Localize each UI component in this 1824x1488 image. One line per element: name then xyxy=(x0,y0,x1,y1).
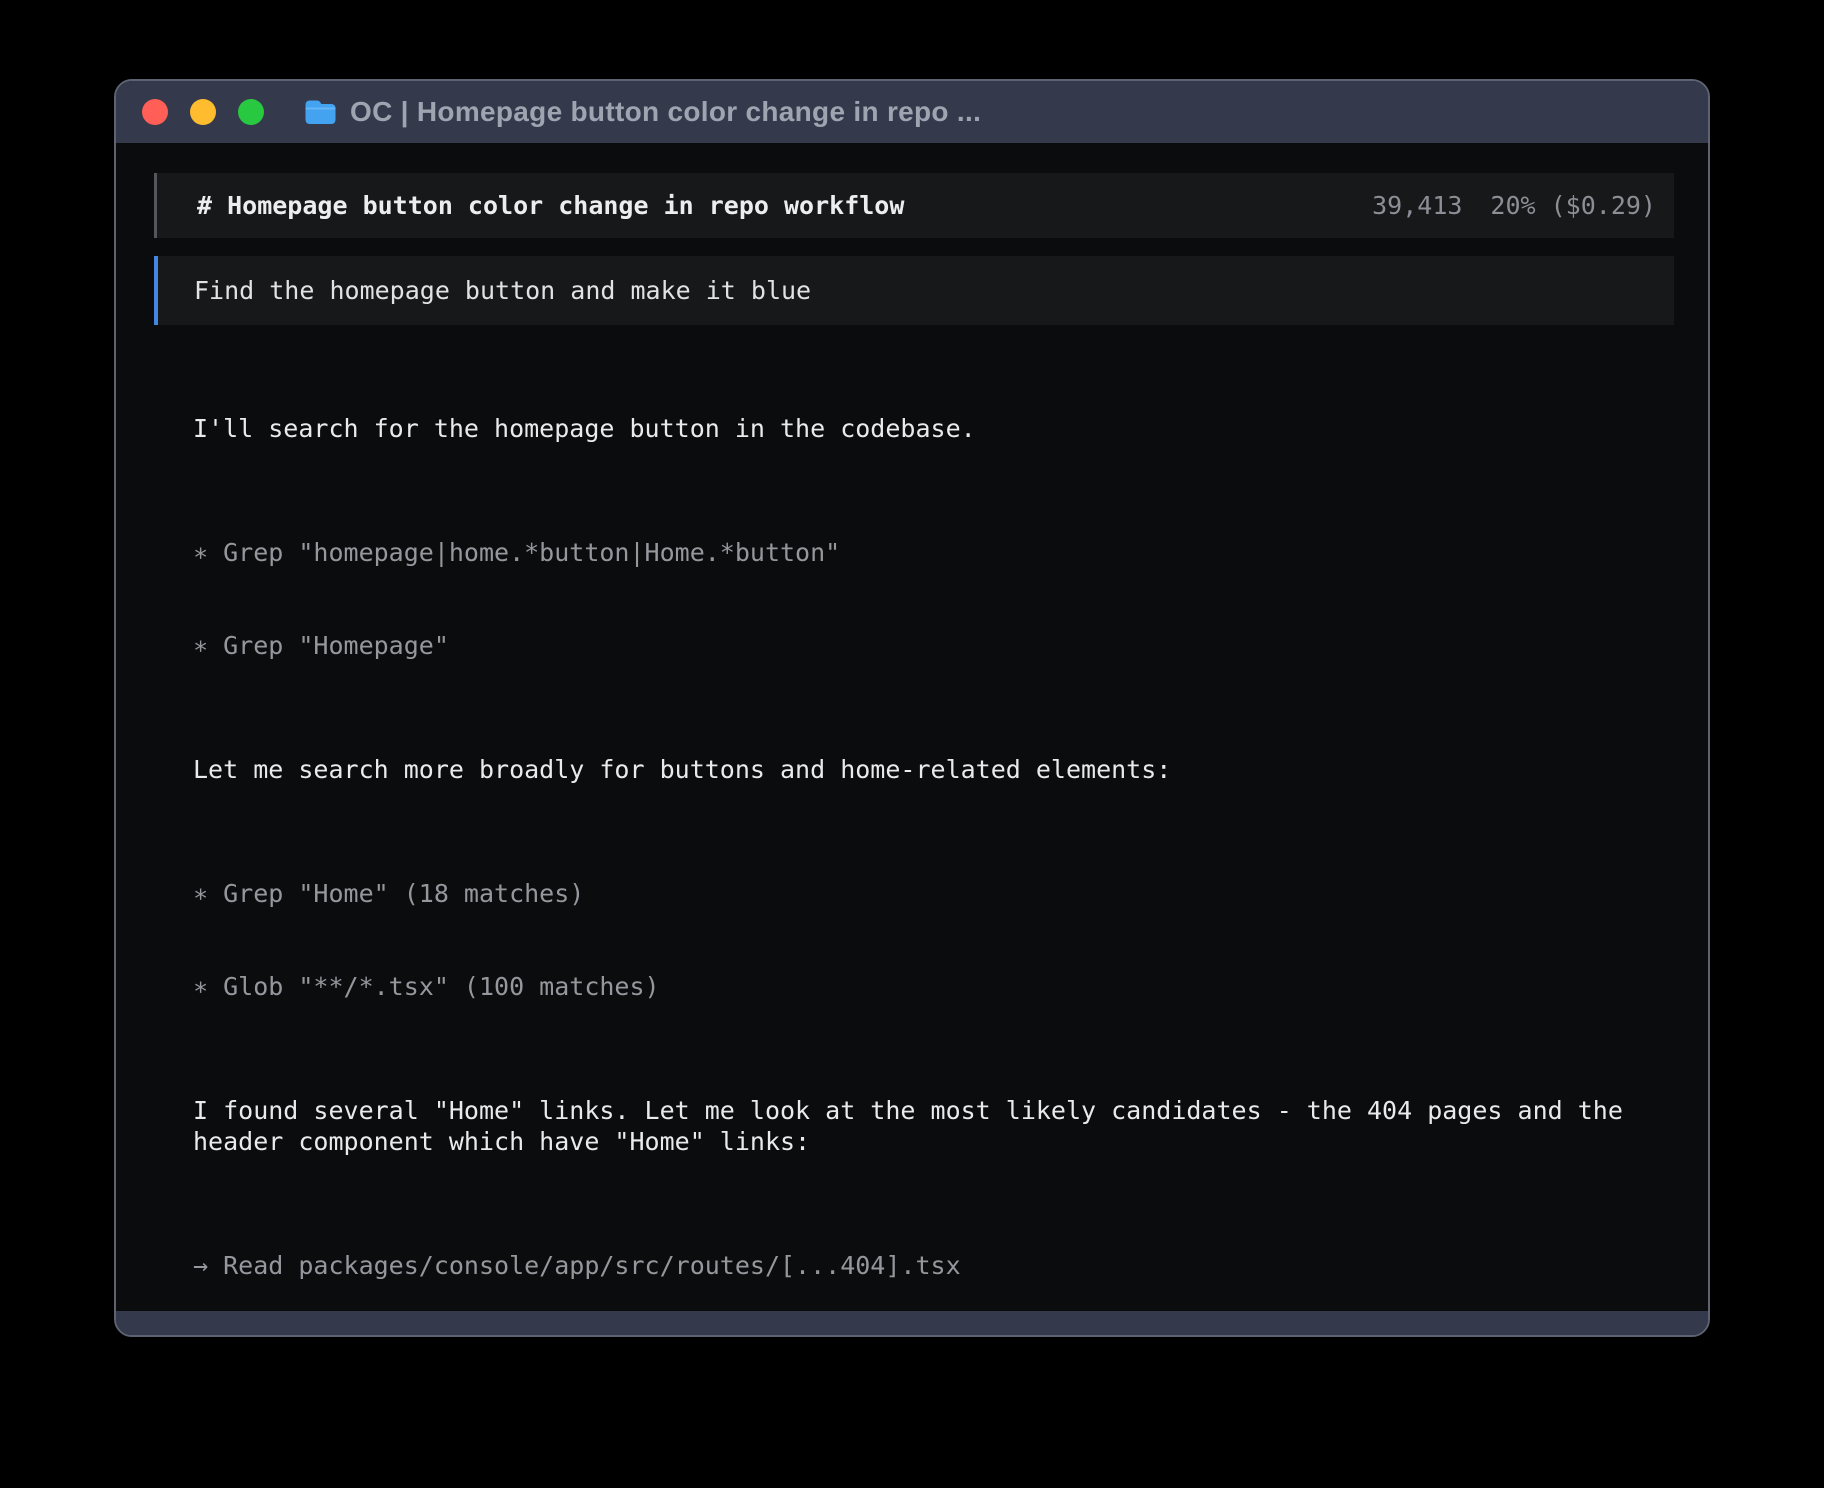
assistant-message: I found several "Home" links. Let me loo… xyxy=(193,1095,1674,1157)
assistant-message: I'll search for the homepage button in t… xyxy=(193,413,1674,444)
tool-call-group: → Read packages/console/app/src/routes/[… xyxy=(193,1188,1674,1311)
minimize-button[interactable] xyxy=(190,99,216,125)
window-controls xyxy=(142,99,264,125)
window-titlebar[interactable]: OC | Homepage button color change in rep… xyxy=(116,81,1708,143)
tool-call-glob: ∗ Glob "**/*.tsx" (100 matches) xyxy=(193,971,1674,1002)
user-message: Find the homepage button and make it blu… xyxy=(154,256,1674,325)
user-message-text: Find the homepage button and make it blu… xyxy=(194,276,811,305)
assistant-message: Let me search more broadly for buttons a… xyxy=(193,754,1674,785)
context-cost: 20% ($0.29) xyxy=(1490,190,1656,221)
tool-call-read: → Read packages/console/app/src/routes/[… xyxy=(193,1250,1674,1281)
tool-call-group: ∗ Grep "Home" (18 matches) ∗ Glob "**/*.… xyxy=(193,816,1674,1064)
window-bottom-bar xyxy=(116,1311,1708,1335)
tool-call-grep: ∗ Grep "homepage|home.*button|Home.*butt… xyxy=(193,537,1674,568)
session-title: # Homepage button color change in repo w… xyxy=(197,190,904,221)
conversation: I'll search for the homepage button in t… xyxy=(193,413,1674,1311)
tool-call-grep: ∗ Grep "Homepage" xyxy=(193,630,1674,661)
folder-icon xyxy=(304,99,336,125)
tool-call-group: ∗ Grep "homepage|home.*button|Home.*butt… xyxy=(193,475,1674,723)
close-button[interactable] xyxy=(142,99,168,125)
zoom-button[interactable] xyxy=(238,99,264,125)
session-header: # Homepage button color change in repo w… xyxy=(154,173,1674,238)
window-title: OC | Homepage button color change in rep… xyxy=(350,96,981,128)
tool-call-grep: ∗ Grep "Home" (18 matches) xyxy=(193,878,1674,909)
token-count: 39,413 xyxy=(1372,190,1462,221)
session-stats: 39,413 20% ($0.29) xyxy=(1372,190,1656,221)
terminal-window: OC | Homepage button color change in rep… xyxy=(114,79,1710,1337)
terminal-content: # Homepage button color change in repo w… xyxy=(116,143,1708,1311)
